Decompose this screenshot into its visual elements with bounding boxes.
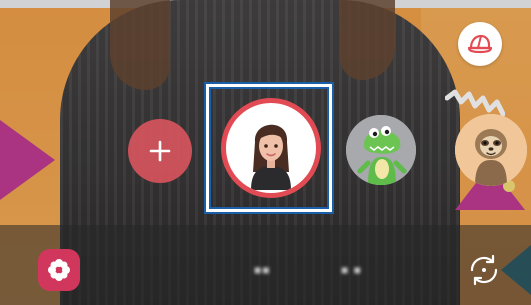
crocodile-avatar-button[interactable] [346, 115, 416, 185]
plus-icon [149, 140, 171, 162]
mode-label-2[interactable]: ■ ■ [341, 263, 362, 277]
switch-camera-icon [470, 254, 498, 286]
add-emoji-button[interactable] [128, 119, 192, 183]
my-emoji-avatar-button[interactable] [221, 98, 321, 198]
hat-button[interactable] [458, 22, 502, 66]
switch-camera-button[interactable] [465, 251, 503, 289]
sloth-avatar-button[interactable] [455, 114, 527, 186]
mode-label-1[interactable]: ■■ [254, 263, 271, 277]
flower-icon [48, 259, 70, 281]
camera-preview-screen: ■■ ■ ■ [0, 0, 531, 305]
stickers-button[interactable] [38, 249, 80, 291]
sloth-icon [455, 114, 527, 186]
crocodile-icon [346, 115, 416, 185]
hat-icon [467, 34, 493, 54]
avatar-woman-icon [229, 106, 313, 190]
